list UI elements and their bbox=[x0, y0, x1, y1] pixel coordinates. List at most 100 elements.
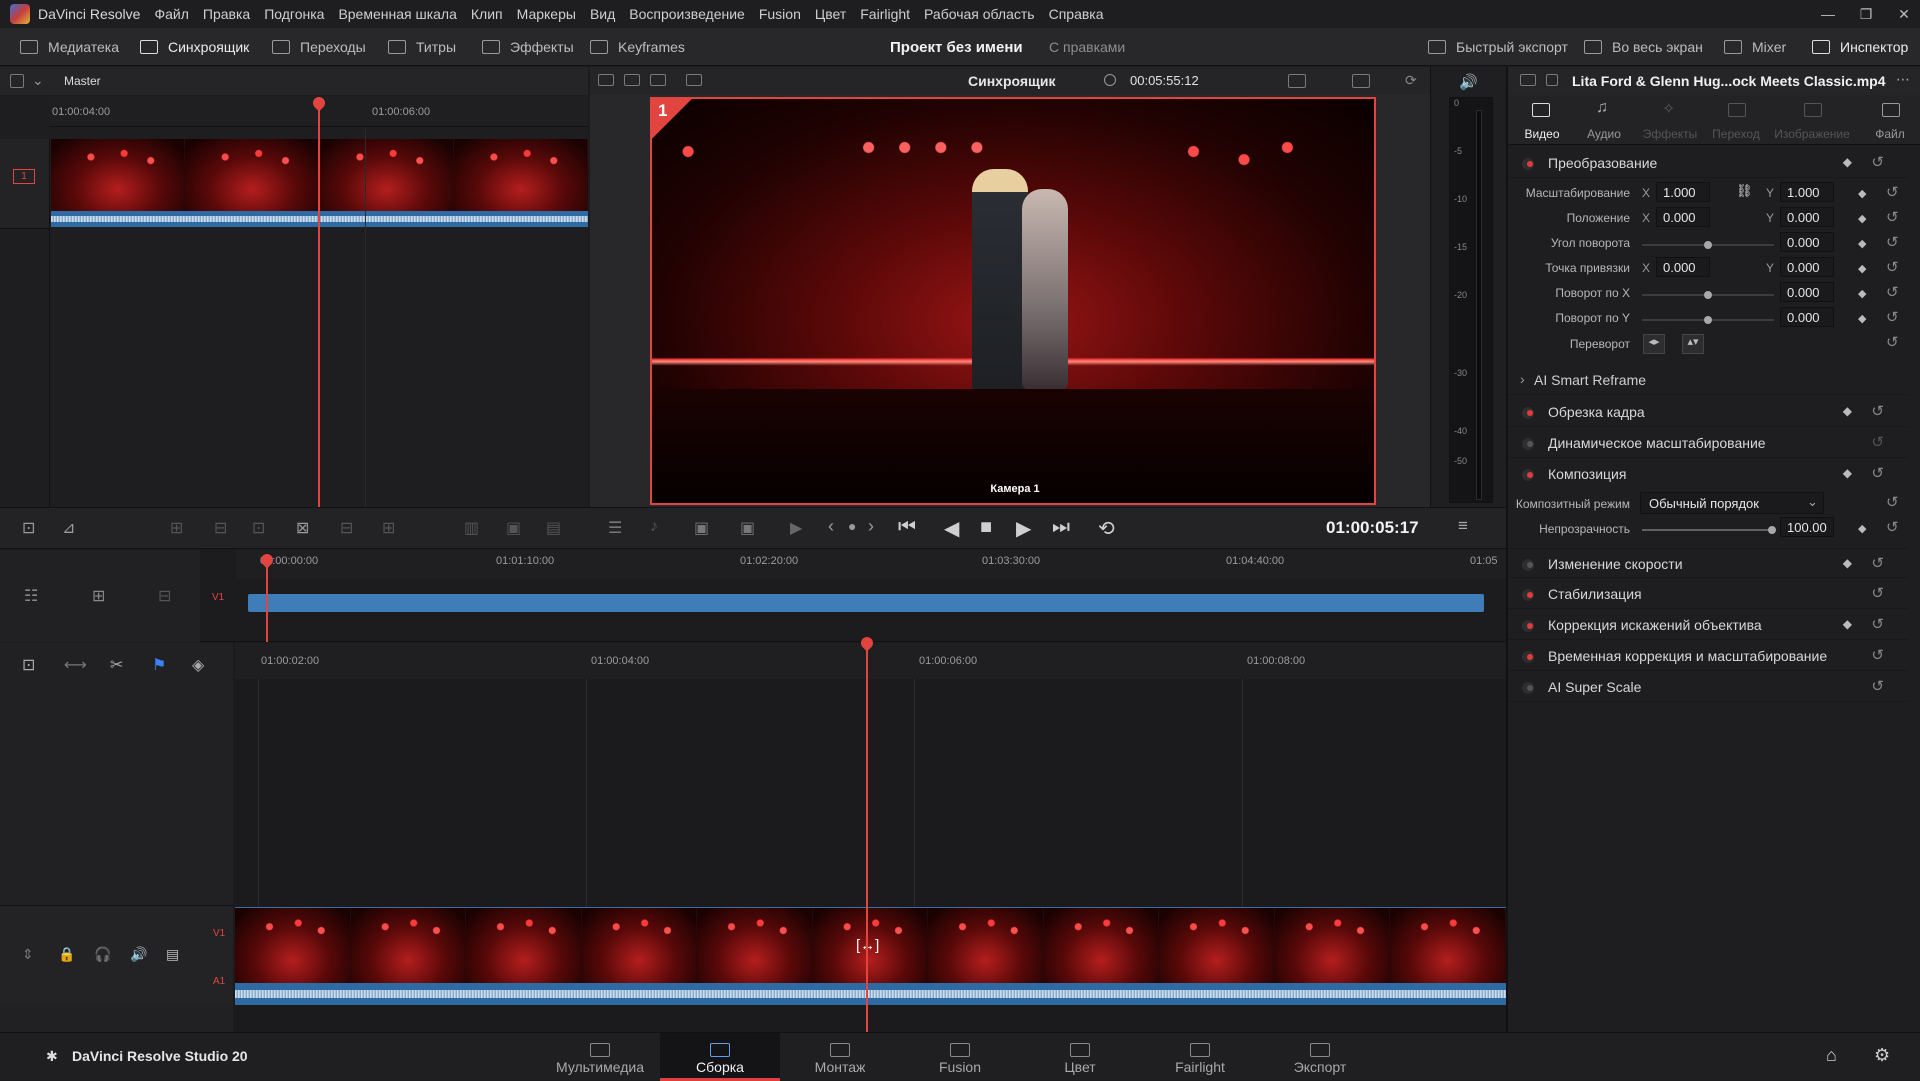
bin-name[interactable]: Master bbox=[64, 74, 101, 88]
speaker-icon[interactable]: 🔊 bbox=[1459, 73, 1478, 91]
section-lens-correction[interactable]: Коррекция искажений объектива ◆ ↺ bbox=[1508, 610, 1908, 640]
lock-icon[interactable]: 🔒 bbox=[58, 946, 75, 963]
split-clip-icon[interactable]: ▤ bbox=[546, 518, 561, 538]
enable-toggle-icon[interactable] bbox=[1522, 589, 1534, 601]
tab-transition[interactable]: Переход bbox=[1706, 95, 1766, 145]
enable-toggle-icon[interactable] bbox=[1522, 407, 1534, 419]
enable-toggle-icon[interactable] bbox=[1522, 682, 1534, 694]
section-retime-scaling[interactable]: Временная коррекция и масштабирование ↺ bbox=[1508, 641, 1908, 671]
viewer-mode-icon[interactable] bbox=[598, 74, 614, 86]
append-icon[interactable]: ⊟ bbox=[340, 518, 353, 538]
reset-icon[interactable]: ↺ bbox=[1886, 183, 1899, 201]
position-y-field[interactable]: 0.000 bbox=[1780, 207, 1834, 227]
menu-icon[interactable]: ≡ bbox=[1458, 516, 1468, 536]
reset-icon[interactable]: ↺ bbox=[1886, 258, 1899, 276]
section-dynamic-zoom[interactable]: Динамическое масштабирование ↺ bbox=[1508, 428, 1908, 458]
reset-icon[interactable]: ↺ bbox=[1886, 283, 1899, 301]
ripple-icon[interactable]: ⊞ bbox=[382, 518, 395, 538]
menu-color[interactable]: Цвет bbox=[815, 6, 846, 22]
track-monitor-icon[interactable]: ▤ bbox=[166, 946, 179, 963]
menu-fairlight[interactable]: Fairlight bbox=[860, 6, 910, 22]
reset-icon[interactable]: ↺ bbox=[1886, 333, 1899, 351]
track-speaker-icon[interactable]: 🔊 bbox=[130, 946, 147, 963]
effects-button[interactable]: Эффекты bbox=[482, 28, 574, 66]
upper-ruler[interactable]: 01:00:00:00 01:01:10:00 01:02:20:00 01:0… bbox=[236, 550, 1506, 578]
reset-icon[interactable]: ↺ bbox=[1886, 308, 1899, 326]
titles-button[interactable]: Титры bbox=[388, 28, 456, 66]
composite-mode-dropdown[interactable]: Обычный порядок ⌄ bbox=[1640, 492, 1824, 514]
page-fairlight[interactable]: Fairlight bbox=[1140, 1033, 1260, 1081]
media-pool-button[interactable]: Медиатека bbox=[20, 28, 119, 66]
opacity-slider[interactable] bbox=[1642, 526, 1776, 534]
mixer-button[interactable]: Mixer bbox=[1724, 28, 1786, 66]
sync-clips-icon[interactable]: ⊡ bbox=[22, 518, 35, 538]
inspector-split-icon[interactable] bbox=[1546, 74, 1558, 86]
reset-icon[interactable]: ↺ bbox=[1871, 646, 1884, 664]
keyframe-icon[interactable]: ◆ bbox=[1858, 237, 1866, 250]
go-to-start-icon[interactable]: ⏮ bbox=[898, 516, 916, 539]
menu-playback[interactable]: Воспроизведение bbox=[629, 6, 745, 22]
section-transform[interactable]: Преобразование ◆ ↺ bbox=[1508, 148, 1908, 178]
enable-toggle-icon[interactable] bbox=[1522, 469, 1534, 481]
prev-marker-icon[interactable]: ‹ bbox=[828, 516, 834, 537]
viewer-video-frame[interactable]: 1 Камера 1 bbox=[650, 97, 1376, 505]
inspector-layout-icon[interactable] bbox=[1520, 74, 1536, 86]
chevron-down-icon[interactable]: ⌄ bbox=[32, 72, 44, 89]
menu-mark[interactable]: Маркеры bbox=[517, 6, 576, 22]
section-speed-change[interactable]: Изменение скорости ◆ ↺ bbox=[1508, 548, 1908, 578]
menu-clip[interactable]: Клип bbox=[471, 6, 503, 22]
page-deliver[interactable]: Экспорт bbox=[1260, 1033, 1380, 1081]
headphones-icon[interactable]: 🎧 bbox=[94, 946, 111, 963]
reset-icon[interactable]: ↺ bbox=[1871, 554, 1884, 572]
menu-file[interactable]: Файл bbox=[154, 6, 188, 22]
play-icon[interactable]: ▶ bbox=[1016, 516, 1031, 541]
page-fusion[interactable]: Fusion bbox=[900, 1033, 1020, 1081]
enable-toggle-icon[interactable] bbox=[1522, 158, 1534, 170]
next-marker-icon[interactable]: › bbox=[868, 516, 874, 537]
position-x-field[interactable]: 0.000 bbox=[1656, 207, 1710, 227]
page-cut[interactable]: Сборка bbox=[660, 1033, 780, 1081]
reset-icon[interactable]: ↺ bbox=[1886, 208, 1899, 226]
pitch-field[interactable]: 0.000 bbox=[1780, 282, 1834, 302]
yaw-field[interactable]: 0.000 bbox=[1780, 307, 1834, 327]
enable-toggle-icon[interactable] bbox=[1522, 559, 1534, 571]
play-reverse-icon[interactable]: ◀ bbox=[944, 516, 959, 541]
reset-icon[interactable]: ↺ bbox=[1871, 677, 1884, 695]
reset-icon[interactable]: ↺ bbox=[1871, 433, 1884, 451]
gear-icon[interactable]: ⚙ bbox=[1874, 1045, 1890, 1066]
track-view-icon[interactable]: ⊟ bbox=[158, 586, 171, 606]
menu-help[interactable]: Справка bbox=[1049, 6, 1104, 22]
replace-icon[interactable]: ⊡ bbox=[252, 518, 265, 538]
opacity-field[interactable]: 100.00 bbox=[1780, 517, 1834, 537]
anchor-y-field[interactable]: 0.000 bbox=[1780, 257, 1834, 277]
section-composite[interactable]: Композиция ◆ ↺ bbox=[1508, 459, 1908, 489]
pitch-slider[interactable] bbox=[1642, 291, 1774, 299]
section-crop[interactable]: Обрезка кадра ◆ ↺ bbox=[1508, 397, 1908, 427]
source-timecode[interactable]: 00:05:55:12 bbox=[1130, 73, 1199, 88]
app-name[interactable]: DaVinci Resolve bbox=[38, 6, 140, 22]
current-timecode[interactable]: 01:00:05:17 bbox=[1326, 518, 1419, 538]
home-icon[interactable]: ⌂ bbox=[1826, 1045, 1837, 1066]
rotation-slider[interactable] bbox=[1642, 241, 1774, 249]
transform-overlay-icon[interactable] bbox=[1352, 74, 1370, 88]
place-on-top-icon[interactable]: ⊠ bbox=[296, 518, 309, 538]
rotation-field[interactable]: 0.000 bbox=[1780, 232, 1834, 252]
scale-y-field[interactable]: 1.000 bbox=[1780, 182, 1834, 202]
track-options-icon[interactable]: ☷ bbox=[24, 586, 38, 606]
jog-icon[interactable]: ▶ bbox=[790, 518, 802, 538]
keyframe-icon[interactable]: ◆ bbox=[1843, 556, 1852, 570]
tab-file[interactable]: Файл bbox=[1864, 95, 1916, 145]
keyframe-icon[interactable]: ◆ bbox=[1858, 262, 1866, 275]
slider-knob[interactable] bbox=[1768, 526, 1776, 534]
section-stabilization[interactable]: Стабилизация ↺ bbox=[1508, 579, 1908, 609]
fullscreen-button[interactable]: Во весь экран bbox=[1584, 28, 1703, 66]
stop-icon[interactable]: ■ bbox=[980, 516, 992, 539]
audio-sliders-icon[interactable]: ☰ bbox=[608, 518, 622, 538]
menu-trim[interactable]: Подгонка bbox=[264, 6, 324, 22]
section-smart-reframe[interactable]: › AI Smart Reframe bbox=[1508, 365, 1908, 395]
section-super-scale[interactable]: AI Super Scale ↺ bbox=[1508, 672, 1908, 702]
menu-fusion[interactable]: Fusion bbox=[759, 6, 801, 22]
tab-audio[interactable]: ♫ Аудио bbox=[1578, 95, 1630, 145]
menu-timeline[interactable]: Временная шкала bbox=[338, 6, 456, 22]
reset-icon[interactable]: ↺ bbox=[1871, 464, 1884, 482]
